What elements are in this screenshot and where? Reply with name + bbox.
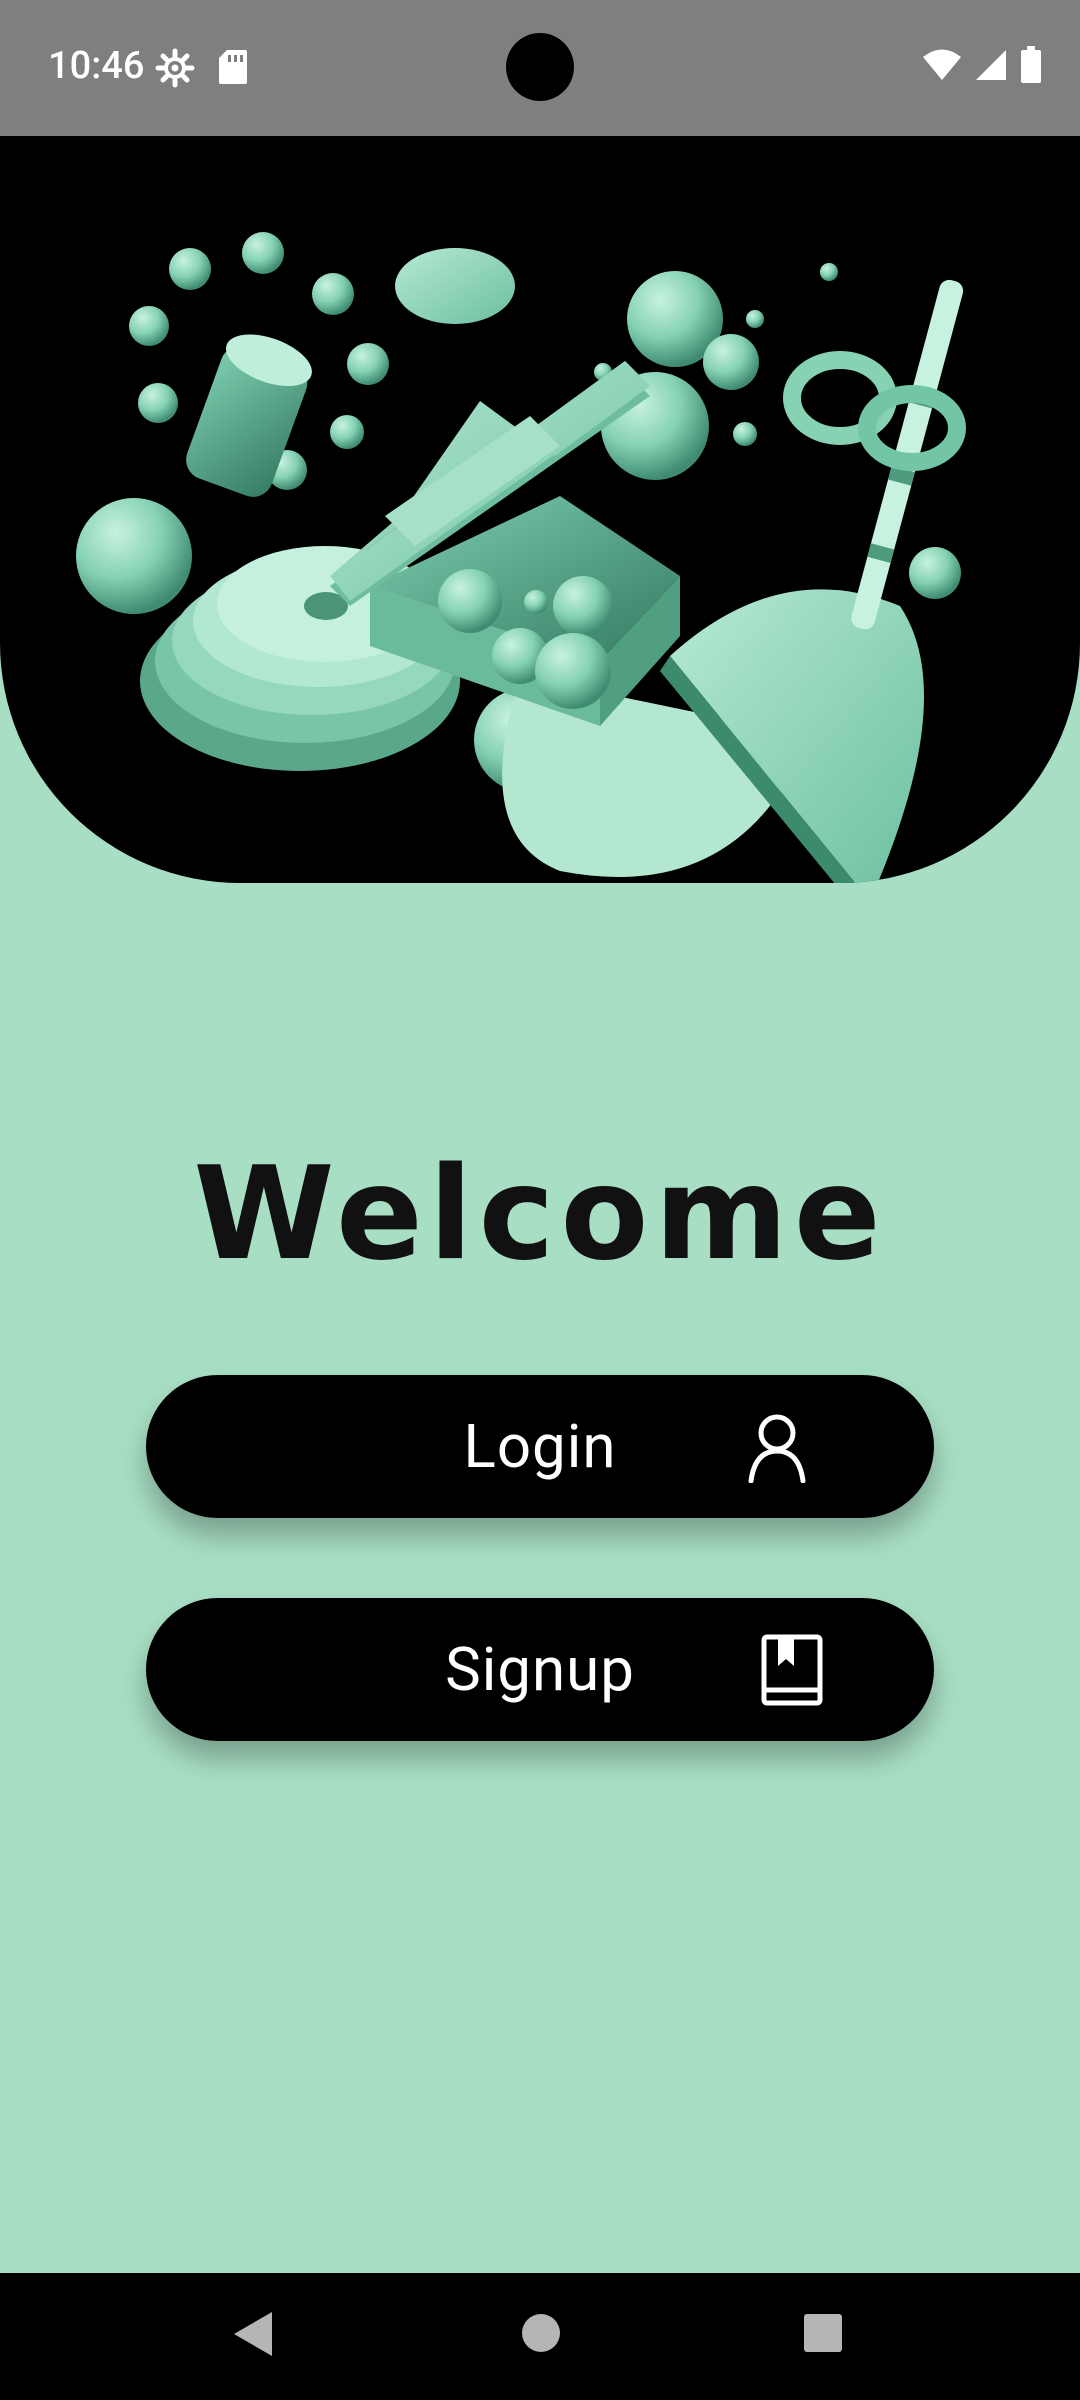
status-bar: 10:46 [0, 0, 1080, 136]
login-button[interactable]: Login [146, 1375, 934, 1518]
wifi-icon [922, 48, 962, 86]
book-icon [760, 1634, 824, 1710]
back-icon[interactable] [230, 2309, 276, 2363]
recents-icon[interactable] [803, 2309, 843, 2357]
abstract-shapes-image [76, 232, 966, 883]
status-time: 10:46 [48, 44, 145, 88]
welcome-title: Welcome [193, 1140, 887, 1289]
home-icon[interactable] [521, 2309, 561, 2357]
settings-gear-icon [155, 48, 195, 92]
camera-cutout [506, 33, 574, 101]
cell-signal-icon [974, 48, 1008, 86]
login-button-label: Login [463, 1411, 617, 1482]
sd-card-icon [217, 48, 249, 92]
navigation-bar [0, 2273, 1080, 2400]
status-left-icons [155, 48, 249, 92]
battery-icon [1020, 46, 1042, 88]
hero-illustration [0, 136, 1080, 883]
person-icon [741, 1411, 813, 1487]
status-right-icons [922, 46, 1042, 88]
signup-button[interactable]: Signup [146, 1598, 934, 1741]
